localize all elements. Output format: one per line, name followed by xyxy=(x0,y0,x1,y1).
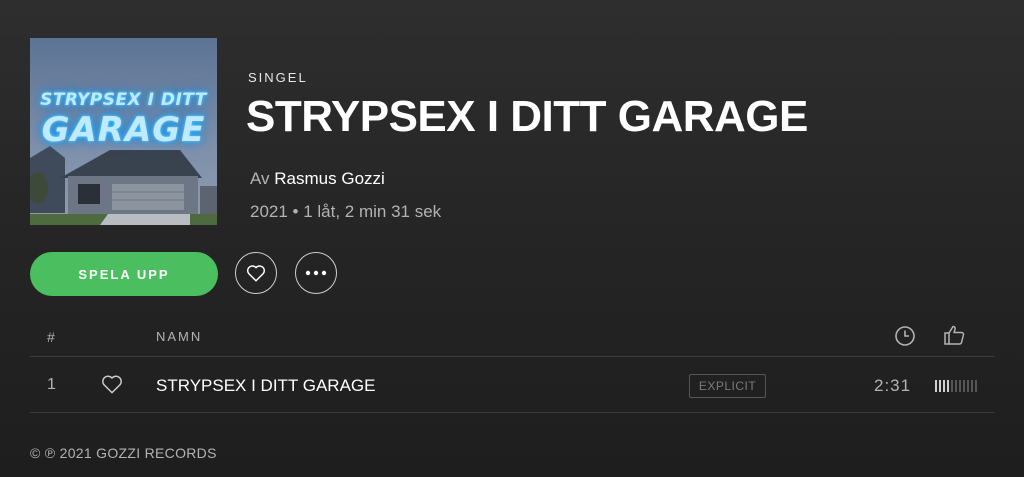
popularity-bar xyxy=(975,380,977,392)
popularity-bar xyxy=(955,380,957,392)
track-save-button[interactable] xyxy=(101,374,123,399)
column-header-duration[interactable] xyxy=(894,325,916,352)
track-number: 1 xyxy=(47,376,56,393)
track-title[interactable]: STRYPSEX I DITT GARAGE xyxy=(156,376,375,396)
album-type-label: SINGEL xyxy=(248,70,308,85)
heart-outline-icon xyxy=(246,265,266,282)
cover-text-line1: STRYPSEX I DITT xyxy=(40,90,207,110)
popularity-bar xyxy=(963,380,965,392)
album-title: STRYPSEX I DITT GARAGE xyxy=(246,92,808,141)
popularity-bar xyxy=(943,380,945,392)
popularity-meter xyxy=(935,380,977,392)
column-header-number: # xyxy=(47,329,55,345)
copyright: © ℗ 2021 GOZZI RECORDS xyxy=(30,445,217,461)
save-button[interactable] xyxy=(235,252,277,294)
popularity-bar xyxy=(967,380,969,392)
popularity-bar xyxy=(947,380,949,392)
popularity-bar xyxy=(951,380,953,392)
artist-link[interactable]: Rasmus Gozzi xyxy=(274,169,385,188)
track-duration: 2:31 xyxy=(874,376,912,395)
ellipsis-icon xyxy=(305,270,327,276)
by-prefix: Av xyxy=(250,169,270,188)
heart-outline-icon xyxy=(102,375,122,394)
clock-icon xyxy=(895,326,915,346)
cover-text-line2: GARAGE xyxy=(41,110,206,150)
play-button[interactable]: SPELA UPP xyxy=(30,252,218,296)
header-divider xyxy=(30,356,995,357)
album-cover: STRYPSEX I DITT GARAGE xyxy=(30,38,217,225)
explicit-badge: EXPLICIT xyxy=(689,374,766,398)
album-meta: 2021 • 1 låt, 2 min 31 sek xyxy=(250,202,442,221)
more-options-button[interactable] xyxy=(295,252,337,294)
byline: Av Rasmus Gozzi xyxy=(250,169,385,189)
row-divider xyxy=(30,412,995,413)
thumbs-up-icon xyxy=(944,325,965,345)
popularity-bar xyxy=(971,380,973,392)
popularity-bar xyxy=(939,380,941,392)
popularity-bar xyxy=(959,380,961,392)
column-header-name[interactable]: NAMN xyxy=(156,329,202,344)
column-header-popularity[interactable] xyxy=(943,324,965,351)
popularity-bar xyxy=(935,380,937,392)
